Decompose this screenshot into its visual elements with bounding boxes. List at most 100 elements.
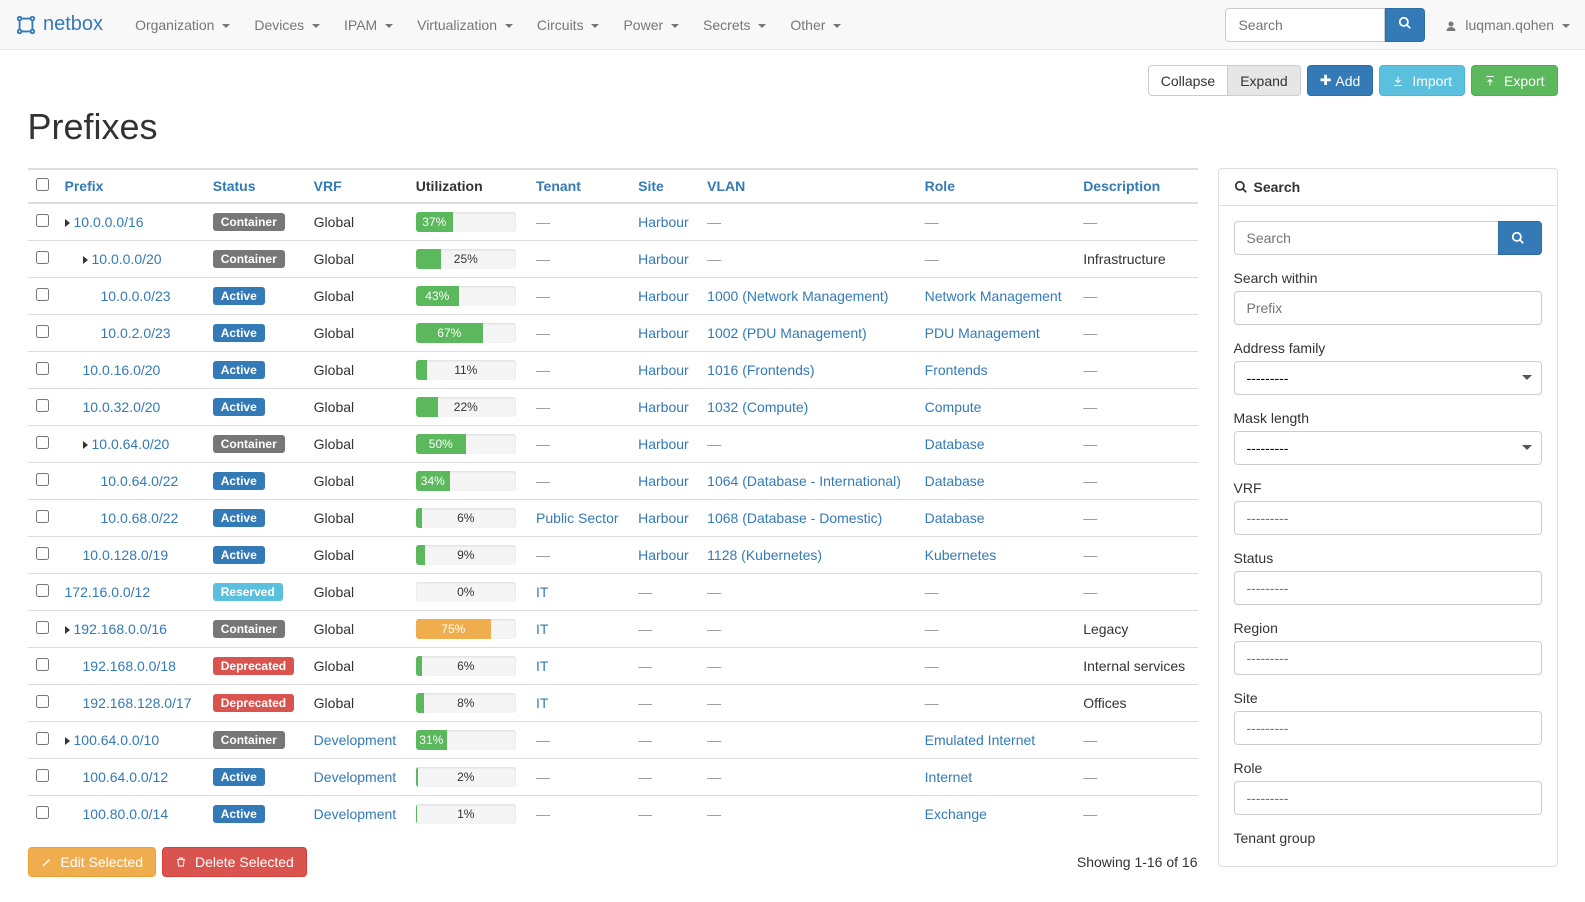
expand-caret-icon[interactable] bbox=[65, 626, 70, 634]
nav-item-power[interactable]: Power bbox=[611, 2, 691, 48]
row-checkbox[interactable] bbox=[36, 547, 49, 560]
col-vrf[interactable]: VRF bbox=[314, 178, 342, 194]
site-link[interactable]: Harbour bbox=[638, 214, 689, 230]
role-link[interactable]: Frontends bbox=[925, 362, 988, 378]
site-link[interactable]: Harbour bbox=[638, 362, 689, 378]
role-link[interactable]: Kubernetes bbox=[925, 547, 997, 563]
col-role[interactable]: Role bbox=[925, 178, 955, 194]
brand-link[interactable]: netbox bbox=[15, 13, 103, 36]
tenant-link[interactable]: Public Sector bbox=[536, 510, 618, 526]
prefix-link[interactable]: 10.0.0.0/20 bbox=[92, 251, 162, 267]
role-link[interactable]: Exchange bbox=[925, 806, 987, 822]
prefix-link[interactable]: 10.0.0.0/23 bbox=[101, 288, 171, 304]
row-checkbox[interactable] bbox=[36, 214, 49, 227]
vlan-link[interactable]: 1002 (PDU Management) bbox=[707, 325, 867, 341]
row-checkbox[interactable] bbox=[36, 325, 49, 338]
nav-item-ipam[interactable]: IPAM bbox=[332, 2, 405, 48]
row-checkbox[interactable] bbox=[36, 695, 49, 708]
select-all-checkbox[interactable] bbox=[36, 178, 49, 191]
site-input[interactable] bbox=[1234, 711, 1542, 745]
nav-item-organization[interactable]: Organization bbox=[123, 2, 242, 48]
import-button[interactable]: Import bbox=[1379, 65, 1465, 96]
vrf-link[interactable]: Development bbox=[314, 806, 397, 822]
nav-item-circuits[interactable]: Circuits bbox=[525, 2, 612, 48]
vlan-link[interactable]: 1064 (Database - International) bbox=[707, 473, 901, 489]
col-prefix[interactable]: Prefix bbox=[65, 178, 104, 194]
col-description[interactable]: Description bbox=[1083, 178, 1160, 194]
col-tenant[interactable]: Tenant bbox=[536, 178, 581, 194]
nav-item-devices[interactable]: Devices bbox=[242, 2, 332, 48]
row-checkbox[interactable] bbox=[36, 288, 49, 301]
role-link[interactable]: Emulated Internet bbox=[925, 732, 1036, 748]
nav-item-secrets[interactable]: Secrets bbox=[691, 2, 778, 48]
nav-search-input[interactable] bbox=[1225, 8, 1385, 42]
prefix-link[interactable]: 192.168.128.0/17 bbox=[83, 695, 192, 711]
row-checkbox[interactable] bbox=[36, 732, 49, 745]
role-link[interactable]: Network Management bbox=[925, 288, 1062, 304]
expand-caret-icon[interactable] bbox=[65, 219, 70, 227]
prefix-link[interactable]: 10.0.128.0/19 bbox=[83, 547, 169, 563]
row-checkbox[interactable] bbox=[36, 658, 49, 671]
row-checkbox[interactable] bbox=[36, 362, 49, 375]
site-link[interactable]: Harbour bbox=[638, 251, 689, 267]
tenant-link[interactable]: IT bbox=[536, 621, 548, 637]
prefix-link[interactable]: 172.16.0.0/12 bbox=[65, 584, 151, 600]
role-link[interactable]: Compute bbox=[925, 399, 982, 415]
expand-caret-icon[interactable] bbox=[83, 256, 88, 264]
site-link[interactable]: Harbour bbox=[638, 288, 689, 304]
prefix-link[interactable]: 10.0.2.0/23 bbox=[101, 325, 171, 341]
site-link[interactable]: Harbour bbox=[638, 436, 689, 452]
mask-select[interactable]: --------- bbox=[1234, 431, 1542, 465]
nav-item-other[interactable]: Other bbox=[778, 2, 853, 48]
expand-button[interactable]: Expand bbox=[1227, 65, 1300, 96]
nav-user-menu[interactable]: luqman.qohen bbox=[1445, 17, 1570, 33]
prefix-link[interactable]: 10.0.68.0/22 bbox=[101, 510, 179, 526]
prefix-link[interactable]: 100.64.0.0/10 bbox=[74, 732, 160, 748]
vlan-link[interactable]: 1032 (Compute) bbox=[707, 399, 808, 415]
row-checkbox[interactable] bbox=[36, 621, 49, 634]
panel-search-input[interactable] bbox=[1234, 221, 1499, 255]
row-checkbox[interactable] bbox=[36, 510, 49, 523]
collapse-button[interactable]: Collapse bbox=[1148, 65, 1228, 96]
delete-selected-button[interactable]: Delete Selected bbox=[162, 847, 307, 877]
vlan-link[interactable]: 1068 (Database - Domestic) bbox=[707, 510, 882, 526]
row-checkbox[interactable] bbox=[36, 584, 49, 597]
vlan-link[interactable]: 1000 (Network Management) bbox=[707, 288, 888, 304]
row-checkbox[interactable] bbox=[36, 806, 49, 819]
search-within-input[interactable] bbox=[1234, 291, 1542, 325]
prefix-link[interactable]: 10.0.64.0/22 bbox=[101, 473, 179, 489]
nav-item-virtualization[interactable]: Virtualization bbox=[405, 2, 525, 48]
row-checkbox[interactable] bbox=[36, 473, 49, 486]
vrf-link[interactable]: Development bbox=[314, 732, 397, 748]
panel-search-button[interactable] bbox=[1498, 221, 1542, 255]
role-link[interactable]: Internet bbox=[925, 769, 972, 785]
role-link[interactable]: Database bbox=[925, 436, 985, 452]
nav-search-button[interactable] bbox=[1385, 8, 1425, 42]
prefix-link[interactable]: 10.0.16.0/20 bbox=[83, 362, 161, 378]
tenant-link[interactable]: IT bbox=[536, 584, 548, 600]
vlan-link[interactable]: 1016 (Frontends) bbox=[707, 362, 814, 378]
vrf-link[interactable]: Development bbox=[314, 769, 397, 785]
status-input[interactable] bbox=[1234, 571, 1542, 605]
prefix-link[interactable]: 100.80.0.0/14 bbox=[83, 806, 169, 822]
region-input[interactable] bbox=[1234, 641, 1542, 675]
site-link[interactable]: Harbour bbox=[638, 473, 689, 489]
tenant-link[interactable]: IT bbox=[536, 695, 548, 711]
vrf-input[interactable] bbox=[1234, 501, 1542, 535]
prefix-link[interactable]: 192.168.0.0/16 bbox=[74, 621, 167, 637]
role-link[interactable]: Database bbox=[925, 473, 985, 489]
expand-caret-icon[interactable] bbox=[83, 441, 88, 449]
role-link[interactable]: Database bbox=[925, 510, 985, 526]
site-link[interactable]: Harbour bbox=[638, 510, 689, 526]
edit-selected-button[interactable]: Edit Selected bbox=[28, 847, 157, 877]
prefix-link[interactable]: 10.0.64.0/20 bbox=[92, 436, 170, 452]
prefix-link[interactable]: 192.168.0.0/18 bbox=[83, 658, 176, 674]
col-site[interactable]: Site bbox=[638, 178, 664, 194]
site-link[interactable]: Harbour bbox=[638, 325, 689, 341]
family-select[interactable]: --------- bbox=[1234, 361, 1542, 395]
role-input[interactable] bbox=[1234, 781, 1542, 815]
row-checkbox[interactable] bbox=[36, 436, 49, 449]
prefix-link[interactable]: 10.0.0.0/16 bbox=[74, 214, 144, 230]
site-link[interactable]: Harbour bbox=[638, 399, 689, 415]
col-status[interactable]: Status bbox=[213, 178, 256, 194]
